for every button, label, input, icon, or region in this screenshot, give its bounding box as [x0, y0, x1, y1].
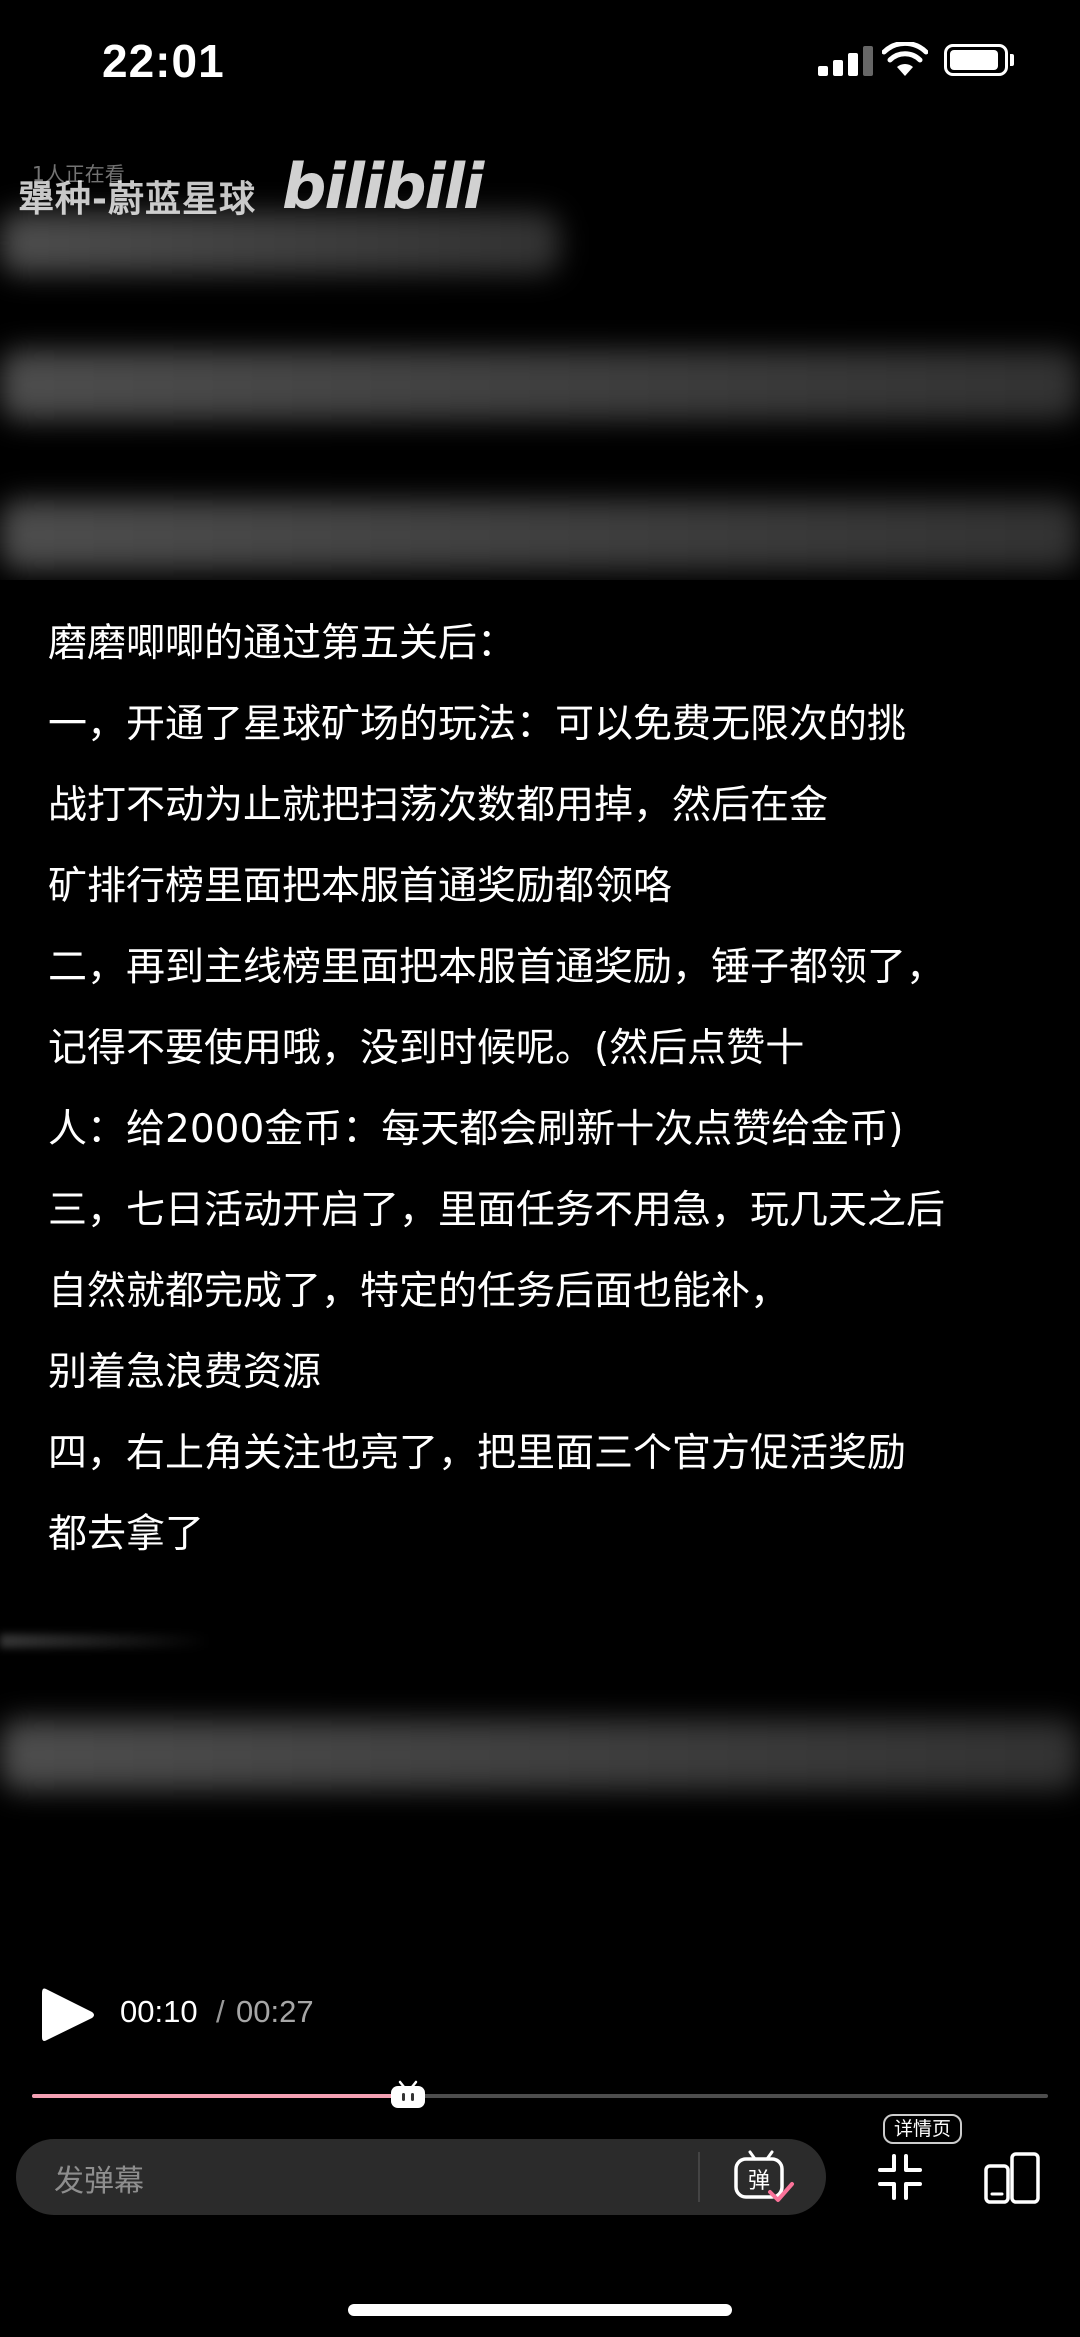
text-line: 磨磨唧唧的通过第五关后：: [48, 621, 517, 666]
text-line: 一，开通了星球矿场的玩法：可以免费无限次的挑: [48, 702, 907, 747]
danmaku-divider: [698, 2152, 700, 2202]
text-line: 都去拿了: [48, 1512, 205, 1557]
text-line: 自然就都完成了，特定的任务后面也能补，: [48, 1269, 790, 1314]
text-line: 别着急浪费资源: [48, 1350, 322, 1395]
battery-icon: [944, 44, 1008, 76]
text-line: 三，七日活动开启了，里面任务不用急，玩几天之后: [48, 1188, 946, 1233]
decorative-divider: [0, 1634, 210, 1648]
blurred-video-text: [0, 1720, 1080, 1790]
bilibili-logo: bilibili: [282, 150, 484, 223]
progress-played: [32, 2094, 408, 2098]
text-line: 人：给2000金币：每天都会刷新十次点赞给金币): [48, 1107, 904, 1152]
cellular-signal-icon: [818, 46, 876, 76]
exit-fullscreen-icon[interactable]: [878, 2152, 922, 2202]
text-line: 四，右上角关注也亮了，把里面三个官方促活奖励: [48, 1431, 907, 1476]
text-line: 记得不要使用哦，没到时候呢。(然后点赞十: [48, 1026, 805, 1071]
time-separator: /: [216, 1994, 225, 2029]
danmaku-input[interactable]: 发弹幕: [54, 2156, 144, 2200]
blurred-video-text: [0, 350, 1080, 420]
video-text-panel: 磨磨唧唧的通过第五关后： 一，开通了星球矿场的玩法：可以免费无限次的挑 战打不动…: [0, 580, 1080, 1640]
home-indicator[interactable]: [348, 2304, 732, 2316]
danmaku-toggle-icon[interactable]: 弹: [732, 2148, 796, 2208]
text-line: 二，再到主线榜里面把本服首通奖励，锤子都领了，: [48, 945, 946, 990]
blurred-video-text: [0, 500, 1080, 570]
status-time: 22:01: [102, 35, 225, 87]
text-line: 矿排行榜里面把本服首通奖励都领咯: [48, 864, 673, 909]
detail-page-tag[interactable]: 详情页: [883, 2114, 963, 2144]
wifi-icon: [882, 42, 928, 76]
play-button[interactable]: [40, 1985, 96, 2045]
text-line: 战打不动为止就把扫荡次数都用掉，然后在金: [48, 783, 829, 828]
current-time: 00:10: [120, 1994, 198, 2029]
battery-tip: [1010, 54, 1014, 66]
split-screen-icon[interactable]: [984, 2152, 1040, 2204]
uploader-watermark: 犟种-蔚蓝星球: [18, 179, 256, 220]
danmaku-toggle-label: 弹: [748, 2169, 770, 2194]
progress-thumb-tv-icon[interactable]: [389, 2080, 427, 2110]
status-bar: 22:01: [0, 0, 1080, 120]
total-time: 00:27: [236, 1994, 314, 2029]
